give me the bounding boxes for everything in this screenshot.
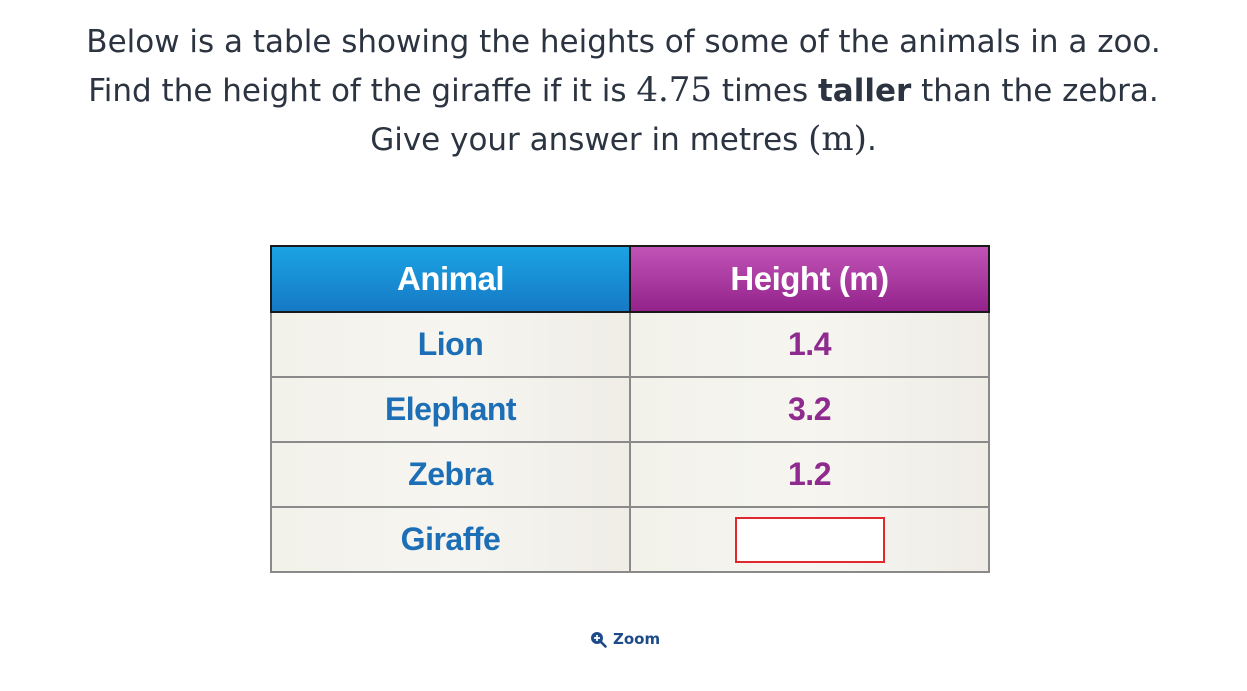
answer-input-box[interactable] <box>734 516 885 563</box>
question-text: Below is a table showing the heights of … <box>0 18 1247 164</box>
heights-table-container: Animal Height (m) Lion 1.4 Elephant 3.2 … <box>270 245 990 573</box>
animal-cell: Zebra <box>270 441 631 508</box>
table-row: Lion 1.4 <box>270 311 990 378</box>
table-row: Elephant 3.2 <box>270 376 990 443</box>
emphasis-taller: taller <box>817 73 912 109</box>
question-line-2: Find the height of the giraffe if it is … <box>0 66 1247 115</box>
question-line-3-end: . <box>866 122 877 158</box>
question-line-1: Below is a table showing the heights of … <box>86 24 1161 60</box>
giraffe-height-cell <box>629 506 990 573</box>
table-row: Giraffe <box>270 506 990 573</box>
animal-cell: Giraffe <box>270 506 631 573</box>
height-cell: 1.4 <box>629 311 990 378</box>
header-height: Height (m) <box>629 245 990 313</box>
table-header-row: Animal Height (m) <box>270 245 990 313</box>
height-cell: 1.2 <box>629 441 990 508</box>
animal-cell: Elephant <box>270 376 631 443</box>
question-line-2-mid: times <box>712 73 818 109</box>
heights-table: Animal Height (m) Lion 1.4 Elephant 3.2 … <box>270 245 990 573</box>
question-line-2-start: Find the height of the giraffe if it is <box>88 73 637 109</box>
multiplier-value: 4.75 <box>636 70 713 110</box>
zoom-label: Zoom <box>613 630 661 648</box>
height-cell: 3.2 <box>629 376 990 443</box>
question-line-3-start: Give your answer in metres <box>370 122 809 158</box>
animal-cell: Lion <box>270 311 631 378</box>
table-row: Zebra 1.2 <box>270 441 990 508</box>
header-animal: Animal <box>270 245 631 313</box>
unit-metres: (m) <box>808 119 867 159</box>
zoom-button[interactable]: Zoom <box>590 630 660 648</box>
zoom-in-icon <box>590 631 607 648</box>
question-line-2-end: than the zebra. <box>911 73 1159 109</box>
question-line-3: Give your answer in metres (m). <box>0 115 1247 164</box>
